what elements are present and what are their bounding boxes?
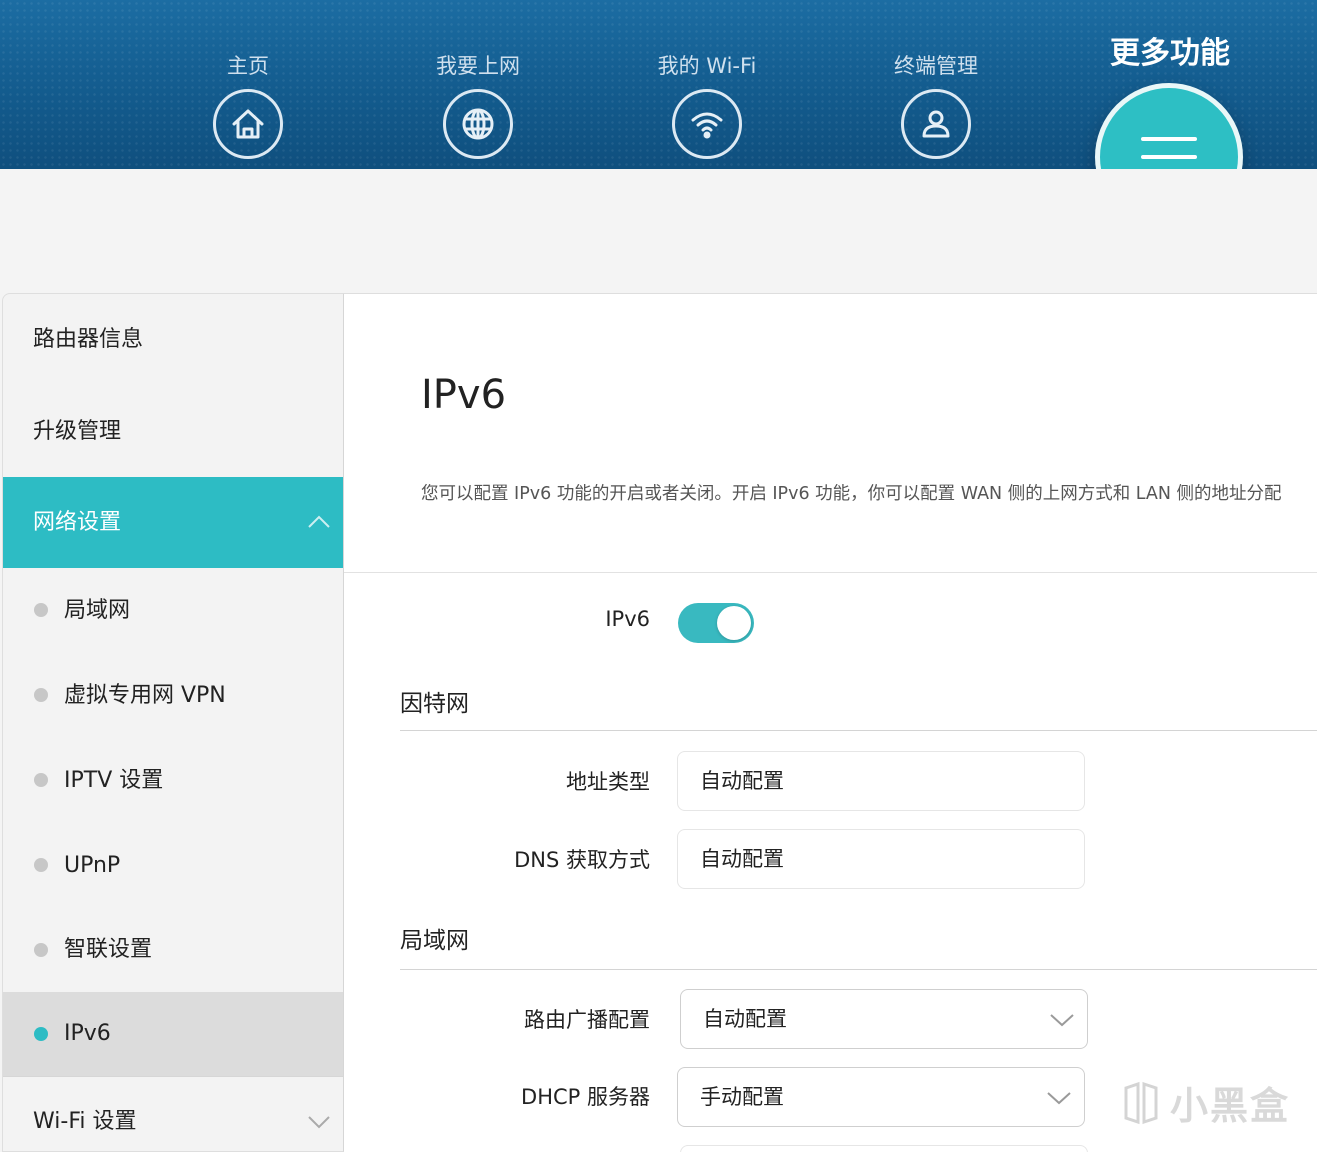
header-spacer (0, 169, 1317, 293)
sidebar-item-smart-link[interactable]: 智联设置 (3, 908, 343, 992)
address-type-label: 地址类型 (566, 770, 650, 794)
section-divider (400, 969, 1317, 970)
chevron-down-icon (308, 1116, 330, 1129)
section-title-lan: 局域网 (400, 928, 469, 954)
dns-mode-field: 自动配置 (677, 829, 1085, 889)
sidebar-item-label: IPTV 设置 (64, 768, 164, 793)
dns-mode-label: DNS 获取方式 (514, 848, 650, 872)
section-divider (400, 730, 1317, 731)
ipv6-toggle-label: IPv6 (605, 607, 650, 631)
sidebar-item-router-info[interactable]: 路由器信息 (3, 294, 343, 386)
nav-home[interactable]: 主页 (168, 0, 328, 169)
more-features-label: 更多功能 (1110, 36, 1230, 71)
nav-device-management-label: 终端管理 (894, 54, 978, 78)
sidebar-item-label: 智联设置 (64, 937, 153, 962)
address-type-field: 自动配置 (677, 751, 1085, 811)
router-advertisement-label: 路由广播配置 (524, 1008, 650, 1032)
router-advertisement-select[interactable]: 自动配置 (680, 989, 1088, 1049)
bullet-icon (34, 943, 48, 957)
sidebar-item-label: 网络设置 (33, 510, 122, 535)
sidebar-item-ipv6[interactable]: IPv6 (3, 992, 343, 1076)
bullet-icon (34, 1027, 48, 1041)
sidebar-item-label: 虚拟专用网 VPN (64, 683, 226, 708)
home-icon (213, 89, 283, 159)
sidebar-item-iptv[interactable]: IPTV 设置 (3, 738, 343, 823)
dhcp-server-value: 手动配置 (700, 1085, 784, 1109)
page-title: IPv6 (421, 372, 507, 418)
sidebar-item-label: UPnP (64, 853, 121, 878)
nav-my-wifi-label: 我的 Wi-Fi (657, 54, 757, 78)
sidebar-item-vpn[interactable]: 虚拟专用网 VPN (3, 653, 343, 738)
watermark: 小黑盒 (1118, 1075, 1290, 1130)
main-panel: IPv6 您可以配置 IPv6 功能的开启或者关闭。开启 IPv6 功能，你可以… (344, 293, 1317, 1152)
bullet-icon (34, 688, 48, 702)
sidebar-item-wifi-settings[interactable]: Wi-Fi 设置 (3, 1077, 343, 1151)
nav-internet-label: 我要上网 (436, 54, 520, 78)
address-type-value: 自动配置 (700, 769, 784, 793)
user-icon (901, 89, 971, 159)
bullet-icon (34, 773, 48, 787)
sidebar-item-lan[interactable]: 局域网 (3, 568, 343, 653)
section-title-internet: 因特网 (400, 691, 469, 717)
divider (344, 572, 1317, 573)
watermark-logo-icon (1124, 1081, 1158, 1124)
watermark-text: 小黑盒 (1170, 1084, 1291, 1128)
sidebar-item-label: IPv6 (64, 1021, 111, 1046)
nav-device-management[interactable]: 终端管理 (856, 0, 1016, 169)
toggle-knob (717, 606, 751, 640)
sidebar-item-label: Wi-Fi 设置 (33, 1109, 137, 1134)
page-description: 您可以配置 IPv6 功能的开启或者关闭。开启 IPv6 功能，你可以配置 WA… (421, 484, 1282, 504)
sidebar: 路由器信息 升级管理 网络设置 局域网 虚拟专用网 VPN IPTV 设置 UP… (2, 293, 344, 1152)
router-advertisement-value: 自动配置 (703, 1007, 787, 1031)
globe-icon (443, 89, 513, 159)
sidebar-item-label: 局域网 (64, 598, 131, 623)
sidebar-item-label: 升级管理 (33, 419, 122, 444)
dhcp-server-label: DHCP 服务器 (521, 1085, 650, 1109)
sidebar-item-upnp[interactable]: UPnP (3, 823, 343, 908)
sidebar-item-label: 路由器信息 (33, 327, 144, 352)
bullet-icon (34, 603, 48, 617)
dhcp-server-select[interactable]: 手动配置 (677, 1067, 1085, 1127)
next-field-partial[interactable] (680, 1145, 1088, 1152)
ipv6-toggle[interactable] (678, 603, 754, 643)
bullet-icon (34, 858, 48, 872)
sidebar-item-network-settings[interactable]: 网络设置 (3, 477, 343, 568)
nav-internet[interactable]: 我要上网 (398, 0, 558, 169)
dns-mode-value: 自动配置 (700, 847, 784, 871)
nav-home-label: 主页 (227, 54, 269, 78)
chevron-up-icon (308, 515, 330, 528)
chevron-down-icon (1050, 1014, 1074, 1027)
chevron-down-icon (1047, 1092, 1071, 1105)
nav-my-wifi[interactable]: 我的 Wi-Fi (627, 0, 787, 169)
wifi-icon (672, 89, 742, 159)
sidebar-item-upgrade[interactable]: 升级管理 (3, 386, 343, 477)
